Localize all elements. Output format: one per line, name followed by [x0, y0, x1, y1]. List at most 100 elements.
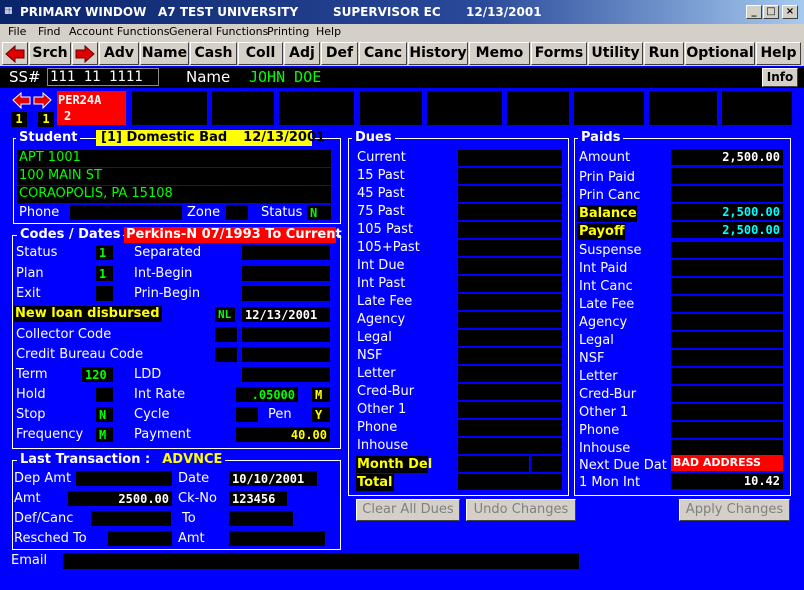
menu-general-functions[interactable]: General Functions: [169, 25, 268, 38]
term-field[interactable]: 120: [82, 367, 113, 382]
menu-help[interactable]: Help: [316, 25, 341, 38]
toolbar-adj[interactable]: Adj: [284, 42, 320, 65]
credit-bureau-field[interactable]: [215, 347, 237, 362]
email-field[interactable]: [63, 553, 579, 569]
address-line-3[interactable]: CORAOPOLIS, PA 15108: [17, 186, 331, 203]
address-line-1[interactable]: APT 1001: [17, 150, 331, 167]
paids-item-field[interactable]: [671, 260, 783, 276]
resched-field[interactable]: [108, 531, 172, 546]
toolbar-adv[interactable]: Adv: [99, 42, 139, 65]
paids-item-field[interactable]: [671, 332, 783, 348]
balance-field[interactable]: 2,500.00: [671, 204, 783, 220]
tab-slot[interactable]: [507, 91, 569, 125]
exit-field[interactable]: [96, 286, 113, 301]
toolbar-canc[interactable]: Canc: [359, 42, 407, 65]
paids-item-field[interactable]: [671, 350, 783, 366]
toolbar-help[interactable]: Help: [756, 42, 801, 65]
dues-item-field[interactable]: [458, 402, 562, 418]
pen-field[interactable]: Y: [312, 407, 330, 422]
ldd-field[interactable]: [242, 367, 330, 382]
toolbar-cash[interactable]: Cash: [190, 42, 237, 65]
paids-item-field[interactable]: [671, 422, 783, 438]
clear-all-dues-button[interactable]: Clear All Dues: [356, 499, 460, 521]
new-loan-date[interactable]: 12/13/2001: [242, 307, 330, 322]
toolbar-memo[interactable]: Memo: [469, 42, 530, 65]
menu-file[interactable]: File: [8, 25, 26, 38]
back-button[interactable]: [2, 42, 28, 65]
tab-slot[interactable]: [132, 91, 207, 125]
hold-field[interactable]: [96, 387, 113, 402]
menu-account-functions[interactable]: Account Functions: [69, 25, 169, 38]
dues-item-field[interactable]: [458, 204, 562, 220]
paids-item-field[interactable]: [671, 386, 783, 402]
separated-field[interactable]: [242, 245, 330, 260]
toolbar-srch[interactable]: Srch: [29, 42, 71, 65]
cycle-field[interactable]: [236, 407, 258, 422]
forward-button[interactable]: [72, 42, 98, 65]
tab-active-loan[interactable]: PER24A 2: [57, 91, 126, 125]
dues-item-field[interactable]: [458, 384, 562, 400]
paids-item-field[interactable]: [671, 296, 783, 312]
paids-item-field[interactable]: [671, 440, 783, 456]
new-loan-code[interactable]: NL: [215, 307, 235, 322]
toolbar-utility[interactable]: Utility: [588, 42, 643, 65]
payoff-field[interactable]: 2,500.00: [671, 222, 783, 238]
int-rate-field[interactable]: .05000: [236, 387, 298, 402]
credit-bureau-detail[interactable]: [242, 347, 330, 362]
prin-begin-field[interactable]: [242, 286, 330, 301]
address-line-2[interactable]: 100 MAIN ST: [17, 168, 331, 185]
int-rate-flag[interactable]: M: [312, 387, 330, 402]
dues-item-field[interactable]: [458, 222, 562, 238]
collector-code-field[interactable]: [215, 327, 237, 342]
toolbar-optional[interactable]: Optional: [685, 42, 755, 65]
plan-field[interactable]: 1: [96, 266, 113, 281]
menu-find[interactable]: Find: [38, 25, 61, 38]
mon-int-field[interactable]: 10.42: [671, 473, 783, 489]
collector-code-detail[interactable]: [242, 327, 330, 342]
toolbar-def[interactable]: Def: [321, 42, 358, 65]
dues-item-field[interactable]: [458, 186, 562, 202]
info-button[interactable]: Info: [762, 68, 798, 87]
frequency-field[interactable]: M: [96, 427, 113, 442]
amt-field[interactable]: 2500.00: [68, 491, 172, 506]
maximize-button[interactable]: □: [763, 5, 779, 19]
prin-canc-field[interactable]: [671, 186, 783, 202]
dues-item-field[interactable]: [458, 168, 562, 184]
payment-field[interactable]: 40.00: [236, 427, 330, 442]
paids-item-field[interactable]: [671, 314, 783, 330]
phone-field[interactable]: [70, 205, 182, 220]
toolbar-history[interactable]: History: [408, 42, 468, 65]
tab-slot[interactable]: [722, 91, 792, 125]
dues-item-field[interactable]: [458, 150, 562, 166]
total-field[interactable]: [458, 474, 562, 490]
undo-changes-button[interactable]: Undo Changes: [466, 499, 576, 521]
tab-slot[interactable]: [279, 91, 354, 125]
month-del-extra[interactable]: [531, 456, 562, 472]
toolbar-coll[interactable]: Coll: [238, 42, 283, 65]
tab-slot[interactable]: [360, 91, 422, 125]
dues-item-field[interactable]: [458, 330, 562, 346]
paids-item-field[interactable]: [671, 278, 783, 294]
next-due-field[interactable]: BAD ADDRESS: [671, 455, 783, 471]
dues-item-field[interactable]: [458, 420, 562, 436]
tab-slot[interactable]: [212, 91, 274, 125]
int-begin-field[interactable]: [242, 266, 330, 281]
tab-slot[interactable]: [427, 91, 502, 125]
paids-item-field[interactable]: [671, 242, 783, 258]
def-canc-field[interactable]: [91, 511, 171, 526]
close-button[interactable]: ×: [782, 5, 798, 19]
dues-item-field[interactable]: [458, 366, 562, 382]
prin-paid-field[interactable]: [671, 168, 783, 184]
dues-item-field[interactable]: [458, 258, 562, 274]
toolbar-run[interactable]: Run: [644, 42, 684, 65]
dues-item-field[interactable]: [458, 276, 562, 292]
codes-status-field[interactable]: 1: [96, 245, 113, 260]
dues-item-field[interactable]: [458, 312, 562, 328]
ck-no-field[interactable]: 123456: [229, 491, 287, 506]
amt2-field[interactable]: [229, 531, 325, 546]
minimize-button[interactable]: _: [746, 5, 762, 19]
menu-printing[interactable]: Printing: [267, 25, 309, 38]
paids-item-field[interactable]: [671, 404, 783, 420]
dues-item-field[interactable]: [458, 348, 562, 364]
tab-slot[interactable]: [574, 91, 644, 125]
